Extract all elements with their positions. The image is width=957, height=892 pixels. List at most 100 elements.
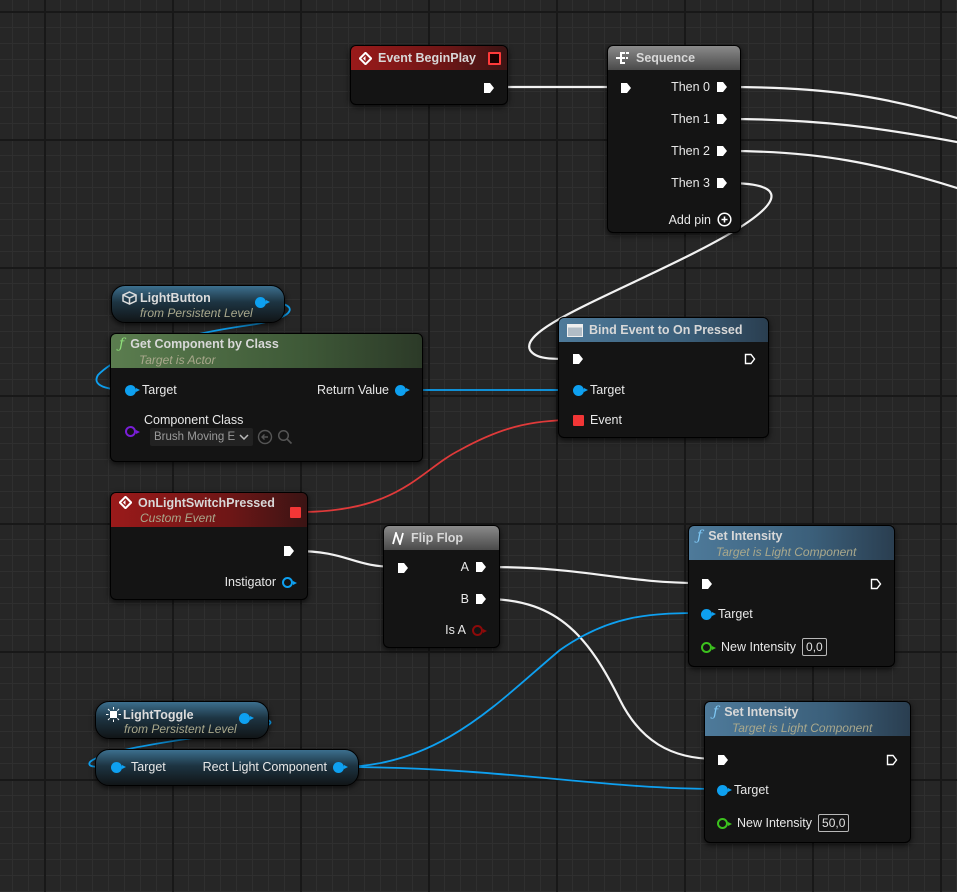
a-label: A [460, 560, 469, 574]
target-label: Target [131, 760, 166, 774]
then-3-exec-pin[interactable] [716, 177, 728, 189]
add-pin-button[interactable]: Add pin [669, 212, 732, 227]
node-title: Set Intensity [708, 528, 783, 543]
node-sequence[interactable]: Sequence Then 0 Then 1 Then 2 Then 3 Add… [607, 45, 741, 233]
object-output-pin[interactable] [239, 713, 254, 724]
new-intensity-label: New Intensity [737, 816, 813, 830]
event-diamond-icon [119, 496, 132, 509]
node-set-intensity-1[interactable]: ƒ Set Intensity Target is Light Componen… [688, 525, 895, 667]
plus-circle-icon [717, 212, 732, 227]
delegate-output-pin[interactable] [290, 507, 301, 518]
then-0-exec-pin[interactable] [716, 81, 728, 93]
then-2-exec-pin[interactable] [716, 145, 728, 157]
node-title: Get Component by Class [130, 336, 279, 351]
node-bind-event-to-on-pressed[interactable]: Bind Event to On Pressed Target Event [558, 317, 769, 438]
exec-output-pin[interactable] [744, 353, 756, 365]
return-value-output-pin[interactable] [395, 384, 410, 396]
node-subtitle: Target is Light Component [716, 544, 857, 559]
event-label: Event [590, 413, 622, 427]
new-intensity-input-pin[interactable] [717, 817, 732, 829]
exec-input-pin[interactable] [620, 82, 632, 94]
target-input-pin[interactable] [125, 384, 140, 396]
node-get-component-by-class[interactable]: ƒ Get Component by Class Target is Actor… [110, 333, 423, 462]
light-icon [106, 707, 121, 722]
node-title: Event BeginPlay [378, 51, 476, 65]
exec-output-pin[interactable] [886, 754, 898, 766]
node-header: ƒ Set Intensity Target is Light Componen… [705, 702, 910, 736]
node-get-rect-light-component[interactable]: Target Rect Light Component [95, 749, 359, 786]
target-input-pin[interactable] [701, 608, 716, 620]
target-input-pin[interactable] [717, 784, 732, 796]
actor-cube-icon [122, 291, 137, 305]
chevron-down-icon [239, 434, 249, 440]
exec-input-pin[interactable] [717, 754, 729, 766]
target-label: Target [590, 383, 625, 397]
instigator-label: Instigator [224, 575, 276, 589]
new-intensity-input-pin[interactable] [701, 641, 716, 653]
a-exec-output-pin[interactable] [475, 561, 487, 573]
component-class-dropdown[interactable]: Brush Moving E [150, 428, 254, 446]
node-subtitle: from Persistent Level [140, 306, 253, 320]
node-header: Bind Event to On Pressed [559, 318, 768, 342]
target-label: Target [142, 383, 177, 397]
wire-flipflop-a-to-set1[interactable] [484, 565, 702, 585]
new-intensity-label: New Intensity [721, 640, 797, 654]
node-title: OnLightSwitchPressed [138, 495, 275, 510]
node-subtitle: from Persistent Level [124, 722, 237, 736]
return-value-label: Return Value [316, 383, 389, 397]
rect-light-component-output-pin[interactable] [333, 761, 348, 773]
event-delegate-input-pin[interactable] [573, 414, 584, 426]
exec-output-pin[interactable] [483, 82, 495, 94]
node-lighttoggle-reference[interactable]: LightToggle from Persistent Level [95, 701, 269, 739]
component-class-input-pin[interactable] [125, 426, 140, 437]
new-intensity-value-field[interactable]: 0,0 [802, 638, 827, 656]
flipflop-icon [392, 531, 404, 545]
exec-input-pin[interactable] [701, 578, 713, 590]
wire-then1[interactable] [725, 117, 957, 144]
target-input-pin[interactable] [573, 384, 588, 396]
is-a-bool-output-pin[interactable] [472, 624, 487, 636]
node-flip-flop[interactable]: Flip Flop A B Is A [383, 525, 500, 648]
exec-output-pin[interactable] [870, 578, 882, 590]
node-header: ƒ Set Intensity Target is Light Componen… [689, 526, 894, 560]
then-3-label: Then 3 [671, 176, 710, 190]
target-label: Target [734, 783, 769, 797]
then-0-label: Then 0 [671, 80, 710, 94]
node-header: OnLightSwitchPressed Custom Event [111, 493, 307, 527]
exec-output-pin[interactable] [283, 545, 295, 557]
instigator-output-pin[interactable] [282, 576, 297, 588]
exec-input-pin[interactable] [397, 562, 409, 574]
browse-search-icon[interactable] [277, 429, 293, 445]
node-set-intensity-2[interactable]: ƒ Set Intensity Target is Light Componen… [704, 701, 911, 843]
exec-input-pin[interactable] [572, 353, 584, 365]
target-input-pin[interactable] [111, 761, 126, 773]
node-subtitle: Custom Event [140, 510, 216, 525]
delegate-icon [567, 323, 583, 337]
target-label: Target [718, 607, 753, 621]
node-custom-event-onlightswitchpressed[interactable]: OnLightSwitchPressed Custom Event Instig… [110, 492, 308, 600]
node-lightbutton-reference[interactable]: LightButton from Persistent Level [111, 285, 285, 323]
wire-then0[interactable] [725, 85, 957, 120]
use-selected-asset-icon[interactable] [257, 429, 273, 445]
object-output-pin[interactable] [255, 297, 270, 308]
node-title: Bind Event to On Pressed [589, 323, 743, 337]
new-intensity-value-field[interactable]: 50,0 [818, 814, 850, 832]
wire-then2[interactable] [725, 149, 957, 190]
node-title: Set Intensity [724, 704, 799, 719]
node-header: Event BeginPlay [351, 46, 507, 70]
then-1-exec-pin[interactable] [716, 113, 728, 125]
then-2-label: Then 2 [671, 144, 710, 158]
b-label: B [460, 592, 469, 606]
function-icon: ƒ [697, 527, 703, 544]
then-1-label: Then 1 [671, 112, 710, 126]
b-exec-output-pin[interactable] [475, 593, 487, 605]
wire-flipflop-b-to-set2[interactable] [484, 597, 718, 761]
node-header: Sequence [608, 46, 740, 70]
function-icon: ƒ [713, 703, 719, 720]
wire-rectlight-to-set2-target[interactable] [339, 766, 719, 790]
node-title: LightToggle [123, 707, 194, 722]
rect-light-component-label: Rect Light Component [202, 760, 327, 774]
delegate-output-pin[interactable] [488, 52, 501, 65]
node-event-beginplay[interactable]: Event BeginPlay [350, 45, 508, 105]
sequence-icon [616, 52, 629, 64]
